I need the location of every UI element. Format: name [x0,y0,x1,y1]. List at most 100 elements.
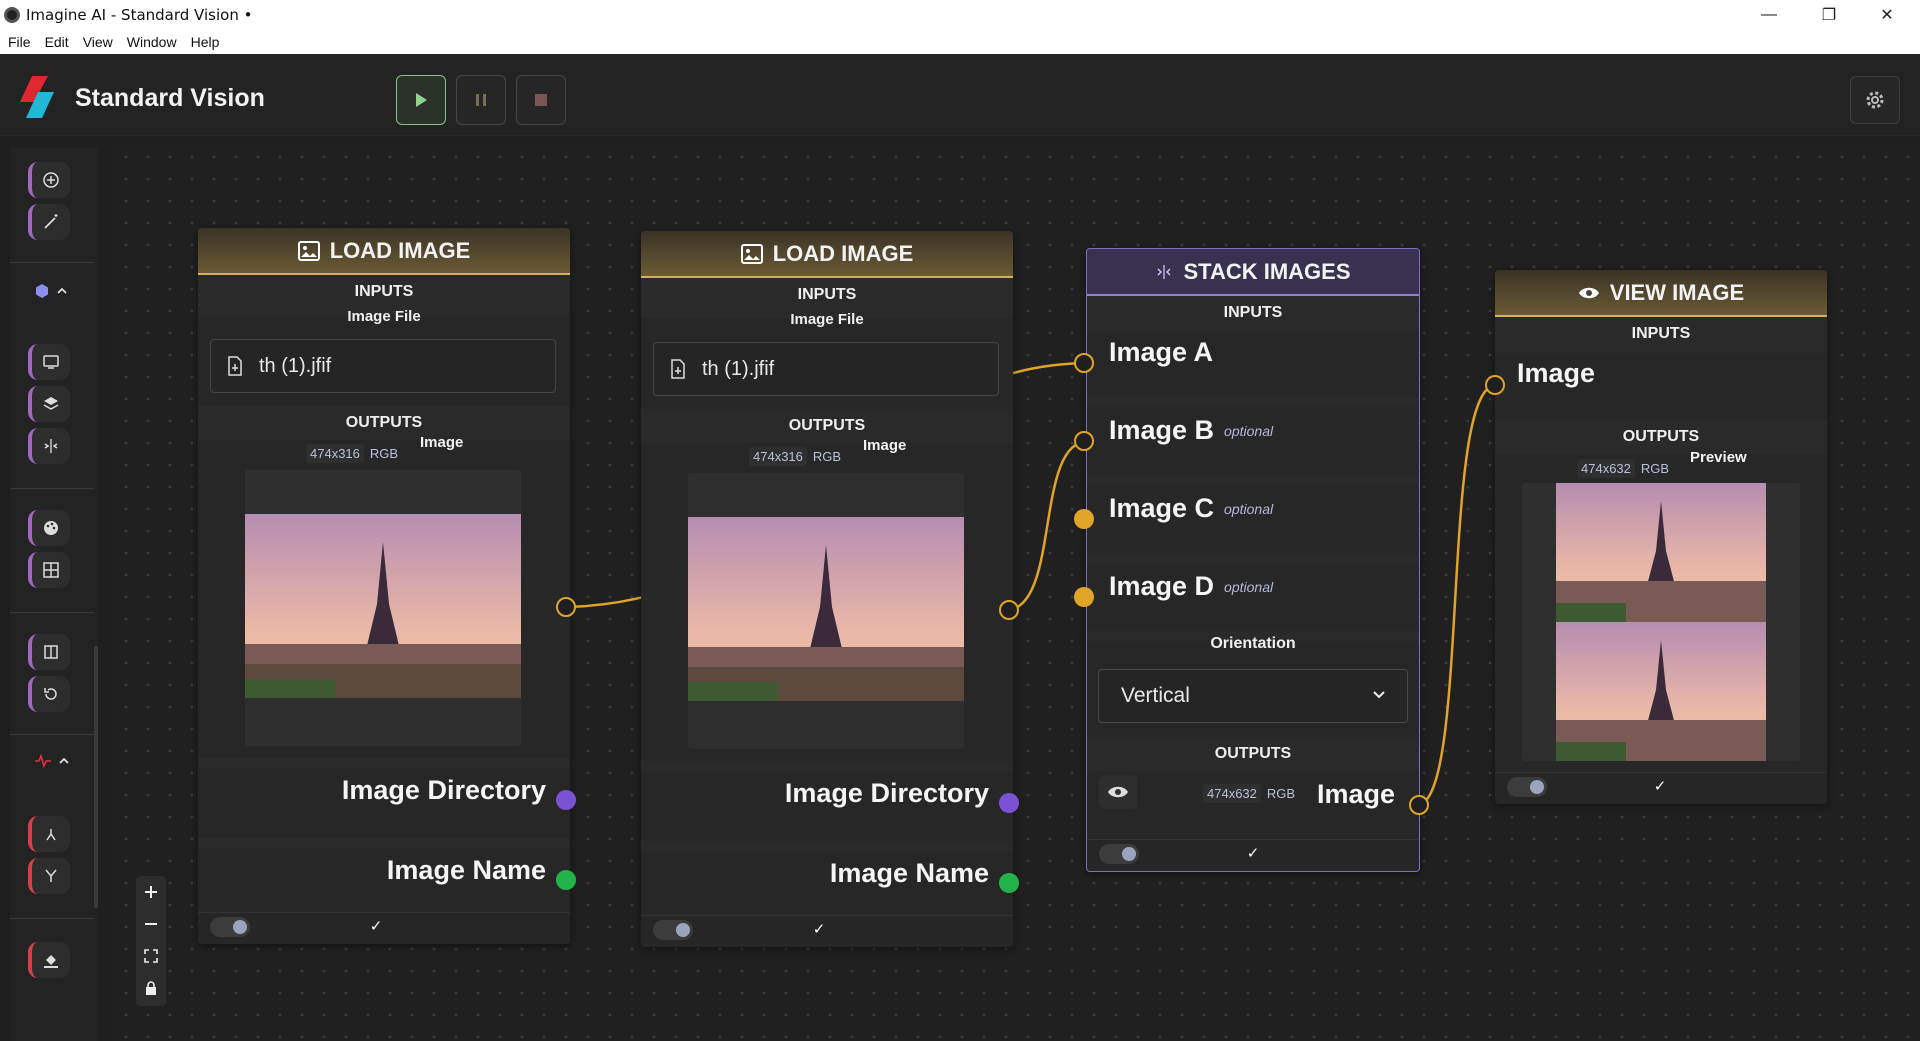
enable-toggle[interactable] [210,917,250,937]
menu-window[interactable]: Window [127,34,177,50]
input-handle-image[interactable] [1485,375,1505,395]
grid-button[interactable] [28,552,70,588]
orientation-select[interactable]: Vertical [1098,669,1408,723]
rotate-icon [44,688,57,700]
input-d-row: Image D optional [1109,571,1273,602]
sidebar-divider [10,734,94,735]
minimize-button[interactable]: — [1740,0,1798,29]
image-meta: 474x316 RGB [306,444,398,463]
menu-help[interactable]: Help [191,34,220,50]
image-preview-frame [688,473,964,749]
node-title: STACK IMAGES [1183,258,1351,284]
split-button[interactable] [28,428,70,464]
enable-toggle[interactable] [1507,777,1547,797]
check-icon[interactable]: ✓ [366,916,386,936]
stop-button[interactable] [516,75,566,125]
restore-button[interactable]: ❐ [1800,0,1858,29]
stack-images-node[interactable]: STACK IMAGES INPUTS Image A Image B optio… [1074,248,1429,872]
input-image-label: Image [1517,358,1596,388]
input-name: Image File [347,308,421,325]
menu-view[interactable]: View [83,34,113,50]
menu-file[interactable]: File [8,34,31,50]
category-toggle-utility[interactable] [28,748,78,774]
output-name: Preview [1690,449,1747,466]
fill-button[interactable] [28,942,70,978]
display-button[interactable] [28,344,70,380]
magic-button[interactable] [28,204,70,240]
input-handle-d[interactable] [1074,587,1094,607]
palette-icon [44,521,58,535]
brand-name: Standard Vision [75,84,265,112]
pause-button[interactable] [456,75,506,125]
output-handle-directory[interactable] [556,790,576,810]
fit-view-button[interactable] [136,940,166,972]
zoom-in-button[interactable] [136,876,166,908]
output-name: Image [863,437,907,454]
merge-icon [46,829,56,841]
output-handle-directory[interactable] [999,793,1019,813]
split-icon [44,439,58,453]
category-toggle-vision[interactable] [28,278,78,304]
optional-tag: optional [1224,500,1274,517]
zoom-out-button[interactable] [136,908,166,940]
node-title: VIEW IMAGE [1609,279,1745,305]
image-mode: RGB [1640,461,1670,476]
chevron-up-icon [57,287,67,294]
enable-toggle[interactable] [1099,844,1139,864]
input-handle-a[interactable] [1074,353,1094,373]
fork-button[interactable] [28,858,70,894]
layers-button[interactable] [28,386,70,422]
check-icon[interactable]: ✓ [809,919,829,939]
image-directory-label: Image Directory [341,775,546,805]
image-icon [297,240,320,261]
compare-button[interactable] [28,634,70,670]
stacked-eiffel-photo [1556,483,1766,761]
outputs-section: OUTPUTS [1495,420,1827,454]
input-handle-c[interactable] [1074,509,1094,529]
merge-button[interactable] [28,816,70,852]
close-button[interactable]: ✕ [1858,0,1916,29]
lock-button[interactable] [136,972,166,1004]
enable-toggle[interactable] [653,920,693,940]
input-handle-b[interactable] [1074,431,1094,451]
output-name: Image [1317,779,1396,809]
image-dims: 474x632 [1203,784,1261,803]
image-icon [740,243,763,264]
load-image-node-1[interactable]: LOAD IMAGE INPUTS Image File th (1).jfif… [198,228,576,944]
node-footer: ✓ [641,915,1013,943]
menu-edit[interactable]: Edit [45,34,69,50]
outputs-label: OUTPUTS [788,417,866,434]
rotate-button[interactable] [28,676,70,712]
image-dims: 474x632 [1577,459,1635,478]
load-image-node-2[interactable]: LOAD IMAGE INPUTS Image File th (1).jfif… [641,231,1019,947]
check-icon[interactable]: ✓ [1650,776,1670,796]
sidebar-divider [10,612,94,613]
stop-icon [535,94,547,106]
inputs-label: INPUTS [1631,325,1691,342]
sidebar-divider [10,918,94,919]
file-picker[interactable]: th (1).jfif [653,342,999,396]
add-circle-icon [43,172,59,188]
output-handle-name[interactable] [556,870,576,890]
orientation-label: Orientation [1210,635,1296,652]
color-button[interactable] [28,510,70,546]
plus-icon [145,886,157,898]
check-icon[interactable]: ✓ [1243,843,1263,863]
output-handle-image[interactable] [556,597,576,617]
file-picker[interactable]: th (1).jfif [210,339,556,393]
play-icon [416,93,427,107]
view-image-node[interactable]: VIEW IMAGE INPUTS Image OUTPUTS 474x632 … [1485,270,1827,804]
output-handle-image[interactable] [999,600,1019,620]
pulse-icon [35,753,51,769]
node-title: LOAD IMAGE [329,237,471,263]
add-node-button[interactable] [28,162,70,198]
image-preview-frame [1522,483,1800,761]
input-c-row: Image C optional [1109,493,1273,524]
run-button[interactable] [396,75,446,125]
output-handle-name[interactable] [999,873,1019,893]
sidebar-scrollbar[interactable] [94,646,98,908]
output-handle-image[interactable] [1409,795,1429,815]
preview-toggle-button[interactable] [1099,775,1137,809]
settings-button[interactable] [1850,76,1900,124]
output-name: Image [420,434,464,451]
